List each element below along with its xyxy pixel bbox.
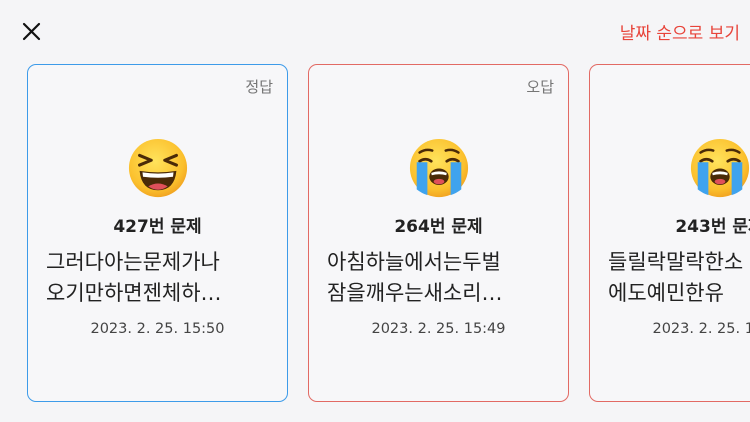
question-text-line: 들릴락말락한소 [608,250,744,274]
solved-date: 2023. 2. 25. 15:50 [90,321,225,337]
close-icon [22,22,41,41]
sort-by-date-button[interactable]: 날짜 순으로 보기 [620,19,740,44]
question-text: 그러다아는문제가나 오기만하면젠체하… [46,247,275,309]
question-number: 427번 문제 [113,217,202,237]
question-card-264[interactable]: 오답 264번 문제 아침하늘에서는두벌 잠을깨우는새소리… 2023. 2. … [308,64,569,402]
question-card-427[interactable]: 정답 427번 문제 그러다아는문제가나 오기만하면젠체하… 2023. 2. … [27,64,288,402]
question-text-line: 오기만하면젠체하… [46,281,222,305]
question-number: 264번 문제 [394,217,483,237]
loudly-crying-face-icon [690,138,749,198]
close-button[interactable] [18,18,46,46]
solved-date: 2023. 2. 25. 15:49 [371,321,506,337]
question-text-line: 그러다아는문제가나 [46,250,220,274]
result-label: 오답 [526,78,554,96]
question-text-line: 에도예민한유 [608,281,724,305]
loudly-crying-face-icon [409,138,468,198]
question-text: 아침하늘에서는두벌 잠을깨우는새소리… [327,247,556,309]
question-text: 들릴락말락한소 에도예민한유 [608,247,750,309]
question-card-list[interactable]: 정답 427번 문제 그러다아는문제가나 오기만하면젠체하… 2023. 2. … [27,64,750,404]
question-text-line: 잠을깨우는새소리… [327,281,503,305]
solved-date: 2023. 2. 25. 15:49 [652,321,750,337]
question-number: 243번 문제 [675,217,750,237]
result-label: 정답 [245,78,273,96]
top-bar: 날짜 순으로 보기 [0,0,750,62]
laughing-face-icon [128,138,187,198]
question-card-243[interactable]: 오답 243번 문제 들릴락말락한소 에도예민한유 [589,64,750,402]
question-text-line: 아침하늘에서는두벌 [327,250,501,274]
